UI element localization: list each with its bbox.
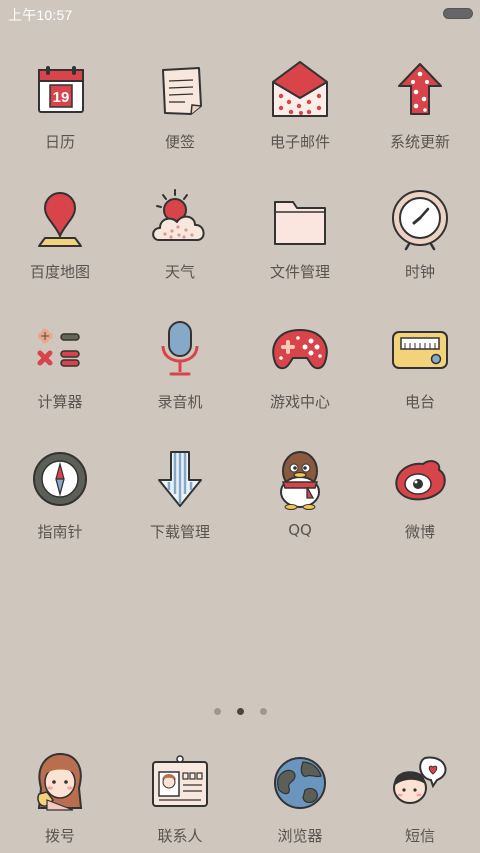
update-icon (398, 63, 442, 115)
app-label: 电台 (404, 393, 435, 411)
notes-icon (162, 67, 202, 115)
app-label: 文件管理 (269, 263, 330, 281)
app-email[interactable]: 电子邮件 (240, 48, 360, 178)
app-label: 系统更新 (389, 133, 450, 151)
globe-icon (274, 757, 326, 809)
app-label: 时钟 (404, 263, 435, 281)
app-calendar[interactable]: 19 日历 (0, 48, 120, 178)
page-indicator (0, 700, 480, 719)
gamepad-icon (272, 328, 328, 370)
app-label: 百度地图 (29, 263, 90, 281)
status-bar: 上午10:57 (0, 0, 480, 28)
app-row: 计算器 录音机 游戏中心 电台 (0, 308, 480, 438)
app-notes[interactable]: 便签 (120, 48, 240, 178)
app-browser[interactable]: 浏览器 (240, 742, 360, 847)
microphone-icon (161, 321, 199, 376)
app-label: 天气 (164, 263, 195, 281)
clock-icon (392, 190, 448, 251)
app-label: 录音机 (157, 393, 203, 411)
app-label: 便签 (164, 133, 195, 151)
app-label: 计算器 (37, 393, 83, 411)
app-download-manager[interactable]: 下载管理 (120, 438, 240, 568)
app-label: 联系人 (157, 827, 203, 845)
app-label: 指南针 (37, 523, 83, 541)
app-label: 微博 (404, 523, 435, 541)
email-icon (272, 61, 328, 117)
app-label: 日历 (44, 133, 75, 151)
dock: 拨号 联系人 浏览器 短信 (0, 742, 480, 847)
message-heart-icon (393, 756, 447, 804)
download-icon (158, 451, 202, 507)
app-row: 19 日历 便签 电子邮件 系统更新 (0, 48, 480, 178)
map-icon (38, 192, 82, 247)
app-label: QQ (288, 521, 312, 539)
compass-icon (33, 452, 87, 506)
app-label: 浏览器 (277, 827, 323, 845)
calendar-day: 19 (53, 89, 70, 106)
app-radio[interactable]: 电台 (360, 308, 480, 438)
app-grid: 19 日历 便签 电子邮件 系统更新 百度地图 天气 文件管理 时钟 计算器 录… (0, 48, 480, 568)
app-label: 下载管理 (149, 523, 210, 541)
app-game-center[interactable]: 游戏中心 (240, 308, 360, 438)
status-time: 上午10:57 (8, 7, 73, 23)
app-label: 电子邮件 (269, 133, 330, 151)
app-messages[interactable]: 短信 (360, 742, 480, 847)
battery-icon (443, 8, 473, 19)
app-row: 指南针 下载管理 QQ 微博 (0, 438, 480, 568)
radio-icon (392, 331, 448, 369)
app-file-manager[interactable]: 文件管理 (240, 178, 360, 308)
app-label: 游戏中心 (269, 393, 330, 411)
app-row: 百度地图 天气 文件管理 时钟 (0, 178, 480, 308)
app-system-update[interactable]: 系统更新 (360, 48, 480, 178)
contacts-card-icon (152, 755, 208, 807)
app-label: 拨号 (44, 827, 75, 845)
app-recorder[interactable]: 录音机 (120, 308, 240, 438)
app-clock[interactable]: 时钟 (360, 178, 480, 308)
app-weather[interactable]: 天气 (120, 178, 240, 308)
page-dot[interactable] (259, 708, 267, 715)
page-dot[interactable] (213, 708, 221, 715)
app-qq[interactable]: QQ (240, 438, 360, 568)
app-dialer[interactable]: 拨号 (0, 742, 120, 847)
app-baidu-map[interactable]: 百度地图 (0, 178, 120, 308)
calculator-icon (37, 328, 80, 367)
weather-icon (152, 189, 205, 241)
app-contacts[interactable]: 联系人 (120, 742, 240, 847)
page-dot-active[interactable] (236, 708, 244, 715)
folder-icon (274, 201, 326, 245)
app-compass[interactable]: 指南针 (0, 438, 120, 568)
calendar-icon: 19 (38, 66, 84, 113)
app-label: 短信 (404, 827, 435, 845)
qq-penguin-icon (280, 451, 320, 510)
app-calculator[interactable]: 计算器 (0, 308, 120, 438)
phone-girl-icon (37, 752, 83, 811)
weibo-icon (395, 460, 446, 501)
app-weibo[interactable]: 微博 (360, 438, 480, 568)
